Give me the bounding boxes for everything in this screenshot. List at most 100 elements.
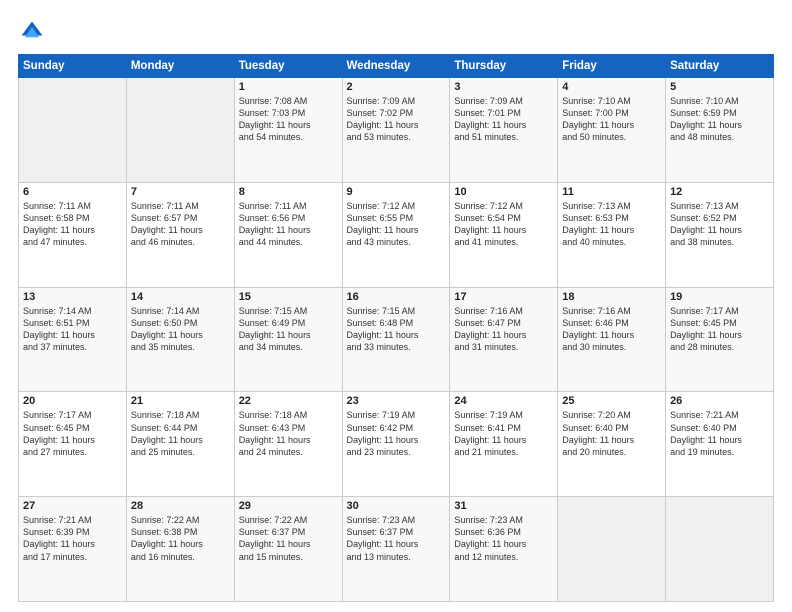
day-info: Sunrise: 7:14 AMSunset: 6:51 PMDaylight:… [23,305,122,354]
weekday-header-wednesday: Wednesday [342,55,450,78]
calendar-cell: 20Sunrise: 7:17 AMSunset: 6:45 PMDayligh… [19,392,127,497]
day-info: Sunrise: 7:11 AMSunset: 6:57 PMDaylight:… [131,200,230,249]
week-row-5: 27 Sunrise: 7:21 AMSunset: 6:39 PMDayligh… [19,497,774,602]
day-info: Sunrise: 7:18 AMSunset: 6:43 PMDaylight:… [239,409,338,458]
day-number: 27 [23,500,122,512]
day-number: 22 [239,395,338,407]
day-number: 4 [562,81,661,93]
weekday-header-sunday: Sunday [19,55,127,78]
calendar-cell: 31 Sunrise: 7:23 AMSunset: 6:36 PMDayligh… [450,497,558,602]
calendar-cell: 3Sunrise: 7:09 AMSunset: 7:01 PMDaylight… [450,78,558,183]
day-number: 11 [562,186,661,198]
calendar-cell: 12Sunrise: 7:13 AMSunset: 6:52 PMDayligh… [666,182,774,287]
calendar-cell: 19Sunrise: 7:17 AMSunset: 6:45 PMDayligh… [666,287,774,392]
day-number: 23 [347,395,446,407]
calendar-cell: 15 Sunrise: 7:15 AMSunset: 6:49 PMDayligh… [234,287,342,392]
day-info: Sunrise: 7:13 AMSunset: 6:52 PMDaylight:… [670,200,769,249]
day-number: 6 [23,186,122,198]
day-number: 13 [23,291,122,303]
day-number: 28 [131,500,230,512]
day-info: Sunrise: 7:19 AMSunset: 6:41 PMDaylight:… [454,409,553,458]
calendar-cell: 24 Sunrise: 7:19 AMSunset: 6:41 PMDayligh… [450,392,558,497]
day-info: Sunrise: 7:22 AMSunset: 6:38 PMDaylight:… [131,514,230,563]
day-info: Sunrise: 7:08 AMSunset: 7:03 PMDaylight:… [239,95,338,144]
day-number: 21 [131,395,230,407]
day-number: 10 [454,186,553,198]
week-row-4: 20Sunrise: 7:17 AMSunset: 6:45 PMDayligh… [19,392,774,497]
calendar-cell: 17 Sunrise: 7:16 AMSunset: 6:47 PMDayligh… [450,287,558,392]
calendar: SundayMondayTuesdayWednesdayThursdayFrid… [18,54,774,602]
day-info: Sunrise: 7:23 AMSunset: 6:37 PMDaylight:… [347,514,446,563]
day-info: Sunrise: 7:23 AMSunset: 6:36 PMDaylight:… [454,514,553,563]
day-info: Sunrise: 7:16 AMSunset: 6:46 PMDaylight:… [562,305,661,354]
calendar-cell [126,78,234,183]
calendar-cell: 16Sunrise: 7:15 AMSunset: 6:48 PMDayligh… [342,287,450,392]
calendar-cell: 22 Sunrise: 7:18 AMSunset: 6:43 PMDayligh… [234,392,342,497]
day-info: Sunrise: 7:21 AMSunset: 6:40 PMDaylight:… [670,409,769,458]
calendar-cell: 13 Sunrise: 7:14 AMSunset: 6:51 PMDayligh… [19,287,127,392]
day-number: 26 [670,395,769,407]
day-number: 29 [239,500,338,512]
day-number: 8 [239,186,338,198]
day-info: Sunrise: 7:20 AMSunset: 6:40 PMDaylight:… [562,409,661,458]
calendar-cell: 21Sunrise: 7:18 AMSunset: 6:44 PMDayligh… [126,392,234,497]
day-info: Sunrise: 7:10 AMSunset: 7:00 PMDaylight:… [562,95,661,144]
day-info: Sunrise: 7:16 AMSunset: 6:47 PMDaylight:… [454,305,553,354]
day-number: 1 [239,81,338,93]
calendar-cell: 14 Sunrise: 7:14 AMSunset: 6:50 PMDayligh… [126,287,234,392]
day-info: Sunrise: 7:21 AMSunset: 6:39 PMDaylight:… [23,514,122,563]
week-row-1: 1 Sunrise: 7:08 AMSunset: 7:03 PMDaylight… [19,78,774,183]
calendar-cell [558,497,666,602]
calendar-cell: 6 Sunrise: 7:11 AMSunset: 6:58 PMDaylight… [19,182,127,287]
day-info: Sunrise: 7:15 AMSunset: 6:49 PMDaylight:… [239,305,338,354]
day-number: 14 [131,291,230,303]
header [18,18,774,46]
calendar-cell: 27 Sunrise: 7:21 AMSunset: 6:39 PMDayligh… [19,497,127,602]
weekday-header-row: SundayMondayTuesdayWednesdayThursdayFrid… [19,55,774,78]
calendar-cell: 25 Sunrise: 7:20 AMSunset: 6:40 PMDayligh… [558,392,666,497]
calendar-cell: 11 Sunrise: 7:13 AMSunset: 6:53 PMDayligh… [558,182,666,287]
calendar-cell: 4 Sunrise: 7:10 AMSunset: 7:00 PMDaylight… [558,78,666,183]
day-info: Sunrise: 7:09 AMSunset: 7:01 PMDaylight:… [454,95,553,144]
calendar-cell: 1 Sunrise: 7:08 AMSunset: 7:03 PMDaylight… [234,78,342,183]
day-info: Sunrise: 7:17 AMSunset: 6:45 PMDaylight:… [23,409,122,458]
day-number: 2 [347,81,446,93]
day-number: 9 [347,186,446,198]
calendar-cell: 2Sunrise: 7:09 AMSunset: 7:02 PMDaylight… [342,78,450,183]
calendar-cell: 23Sunrise: 7:19 AMSunset: 6:42 PMDayligh… [342,392,450,497]
calendar-cell: 9 Sunrise: 7:12 AMSunset: 6:55 PMDaylight… [342,182,450,287]
day-info: Sunrise: 7:12 AMSunset: 6:54 PMDaylight:… [454,200,553,249]
day-number: 24 [454,395,553,407]
day-number: 30 [347,500,446,512]
weekday-header-thursday: Thursday [450,55,558,78]
calendar-cell: 30 Sunrise: 7:23 AMSunset: 6:37 PMDayligh… [342,497,450,602]
day-info: Sunrise: 7:17 AMSunset: 6:45 PMDaylight:… [670,305,769,354]
day-number: 17 [454,291,553,303]
calendar-cell: 29Sunrise: 7:22 AMSunset: 6:37 PMDayligh… [234,497,342,602]
calendar-cell: 10 Sunrise: 7:12 AMSunset: 6:54 PMDayligh… [450,182,558,287]
calendar-cell: 28 Sunrise: 7:22 AMSunset: 6:38 PMDayligh… [126,497,234,602]
week-row-2: 6 Sunrise: 7:11 AMSunset: 6:58 PMDaylight… [19,182,774,287]
calendar-cell: 7 Sunrise: 7:11 AMSunset: 6:57 PMDaylight… [126,182,234,287]
logo [18,18,50,46]
day-number: 16 [347,291,446,303]
calendar-cell: 5Sunrise: 7:10 AMSunset: 6:59 PMDaylight… [666,78,774,183]
week-row-3: 13 Sunrise: 7:14 AMSunset: 6:51 PMDayligh… [19,287,774,392]
day-number: 7 [131,186,230,198]
weekday-header-friday: Friday [558,55,666,78]
day-info: Sunrise: 7:11 AMSunset: 6:56 PMDaylight:… [239,200,338,249]
calendar-cell [666,497,774,602]
weekday-header-tuesday: Tuesday [234,55,342,78]
day-info: Sunrise: 7:12 AMSunset: 6:55 PMDaylight:… [347,200,446,249]
day-number: 31 [454,500,553,512]
day-info: Sunrise: 7:13 AMSunset: 6:53 PMDaylight:… [562,200,661,249]
calendar-cell: 18Sunrise: 7:16 AMSunset: 6:46 PMDayligh… [558,287,666,392]
calendar-cell [19,78,127,183]
weekday-header-monday: Monday [126,55,234,78]
page: SundayMondayTuesdayWednesdayThursdayFrid… [0,0,792,612]
day-number: 5 [670,81,769,93]
day-info: Sunrise: 7:11 AMSunset: 6:58 PMDaylight:… [23,200,122,249]
day-number: 25 [562,395,661,407]
day-info: Sunrise: 7:14 AMSunset: 6:50 PMDaylight:… [131,305,230,354]
day-number: 15 [239,291,338,303]
